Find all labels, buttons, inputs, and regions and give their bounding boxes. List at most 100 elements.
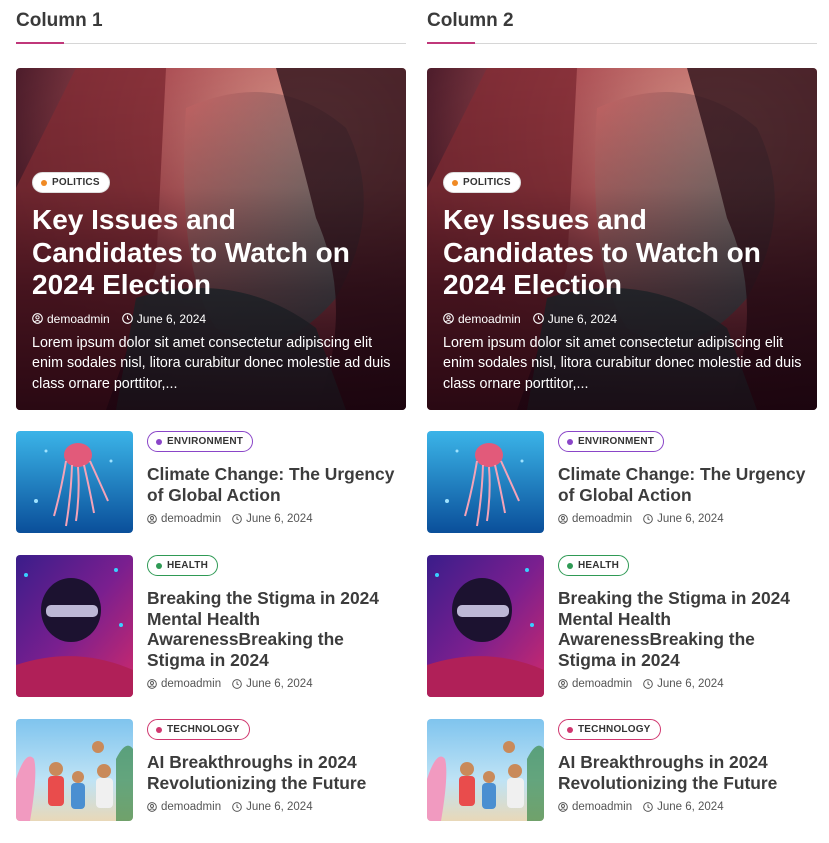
- date-text: June 6, 2024: [136, 311, 207, 326]
- post-author[interactable]: demoadmin: [32, 312, 110, 326]
- user-circle-icon: [558, 802, 568, 812]
- post-date: June 6, 2024: [232, 513, 313, 525]
- featured-post-excerpt: Lorem ipsum dolor sit amet consectetur a…: [32, 334, 391, 392]
- clock-icon: [532, 313, 544, 324]
- post-meta: demoadmin June 6, 2024: [558, 801, 817, 813]
- post-title[interactable]: Breaking the Stigma in 2024 Mental Healt…: [147, 588, 406, 670]
- category-tag-environment[interactable]: ENVIRONMENT: [558, 431, 665, 452]
- user-circle-icon: [32, 313, 43, 324]
- date-text: June 6, 2024: [246, 513, 313, 525]
- tag-dot: [41, 179, 47, 186]
- tag-label: TECHNOLOGY: [578, 724, 651, 735]
- clock-icon: [232, 802, 242, 812]
- featured-post-content: POLITICS Key Issues and Candidates to Wa…: [443, 172, 803, 394]
- heading-accent-line: [427, 42, 475, 44]
- tag-dot: [567, 438, 573, 445]
- post-meta: demoadmin June 6, 2024: [558, 678, 817, 690]
- post-title[interactable]: Breaking the Stigma in 2024 Mental Healt…: [558, 588, 817, 670]
- clock-icon: [643, 802, 653, 812]
- post-body: TECHNOLOGY AI Breakthroughs in 2024 Revo…: [147, 719, 406, 813]
- neon-portrait-image: [427, 555, 544, 697]
- tag-label: POLITICS: [52, 177, 100, 188]
- category-tag-politics[interactable]: POLITICS: [32, 172, 110, 193]
- tag-label: HEALTH: [578, 560, 620, 571]
- post-author[interactable]: demoadmin: [147, 678, 221, 690]
- clock-icon: [643, 679, 653, 689]
- clock-icon: [232, 514, 242, 524]
- tag-dot: [452, 179, 458, 186]
- post-thumbnail[interactable]: [427, 431, 544, 533]
- tag-dot: [156, 562, 162, 569]
- user-circle-icon: [147, 514, 157, 524]
- column-title: Column 2: [427, 10, 514, 31]
- category-tag-health[interactable]: HEALTH: [147, 555, 219, 576]
- date-text: June 6, 2024: [657, 513, 724, 525]
- post-meta: demoadmin June 6, 2024: [558, 513, 817, 525]
- featured-post-content: POLITICS Key Issues and Candidates to Wa…: [32, 172, 392, 394]
- author-name: demoadmin: [572, 678, 633, 690]
- post-author[interactable]: demoadmin: [147, 513, 221, 525]
- tag-dot: [567, 726, 573, 733]
- heading-accent-line: [16, 42, 64, 44]
- author-name: demoadmin: [458, 311, 521, 326]
- post-meta: demoadmin June 6, 2024: [443, 312, 803, 326]
- category-tag-technology[interactable]: TECHNOLOGY: [558, 719, 661, 740]
- post-author[interactable]: demoadmin: [443, 312, 521, 326]
- date-text: June 6, 2024: [246, 678, 313, 690]
- post-date: June 6, 2024: [643, 513, 724, 525]
- post-meta: demoadmin June 6, 2024: [147, 513, 406, 525]
- post-author[interactable]: demoadmin: [147, 801, 221, 813]
- post-body: ENVIRONMENT Climate Change: The Urgency …: [558, 431, 817, 525]
- post-date: June 6, 2024: [121, 311, 207, 326]
- post-title[interactable]: AI Breakthroughs in 2024 Revolutionizing…: [558, 752, 817, 793]
- jellyfish-image: [427, 431, 544, 533]
- post-author[interactable]: demoadmin: [558, 678, 632, 690]
- family-beach-image: [427, 719, 544, 821]
- post-body: HEALTH Breaking the Stigma in 2024 Menta…: [147, 555, 406, 690]
- featured-post-title[interactable]: Key Issues and Candidates to Watch on 20…: [32, 204, 392, 302]
- jellyfish-image: [16, 431, 133, 533]
- tag-label: ENVIRONMENT: [167, 436, 244, 447]
- post-thumbnail[interactable]: [16, 719, 133, 821]
- post-thumbnail[interactable]: [16, 431, 133, 533]
- date-text: June 6, 2024: [246, 801, 313, 813]
- post-body: HEALTH Breaking the Stigma in 2024 Menta…: [558, 555, 817, 690]
- tag-dot: [156, 726, 162, 733]
- post-title[interactable]: Climate Change: The Urgency of Global Ac…: [147, 464, 406, 505]
- post-meta: demoadmin June 6, 2024: [147, 801, 406, 813]
- column-heading: Column 2: [427, 0, 817, 44]
- post-thumbnail[interactable]: [16, 555, 133, 697]
- author-name: demoadmin: [161, 678, 222, 690]
- post-meta: demoadmin June 6, 2024: [147, 678, 406, 690]
- author-name: demoadmin: [47, 311, 110, 326]
- clock-icon: [232, 679, 242, 689]
- featured-post[interactable]: POLITICS Key Issues and Candidates to Wa…: [427, 68, 817, 410]
- post-date: June 6, 2024: [232, 801, 313, 813]
- category-tag-health[interactable]: HEALTH: [558, 555, 630, 576]
- post-author[interactable]: demoadmin: [558, 513, 632, 525]
- user-circle-icon: [443, 313, 454, 324]
- tag-label: TECHNOLOGY: [167, 724, 240, 735]
- tag-label: HEALTH: [167, 560, 209, 571]
- post-meta: demoadmin June 6, 2024: [32, 312, 392, 326]
- featured-post[interactable]: POLITICS Key Issues and Candidates to Wa…: [16, 68, 406, 410]
- user-circle-icon: [558, 514, 568, 524]
- date-text: June 6, 2024: [547, 311, 618, 326]
- category-tag-politics[interactable]: POLITICS: [443, 172, 521, 193]
- author-name: demoadmin: [161, 801, 222, 813]
- user-circle-icon: [558, 679, 568, 689]
- tag-dot: [156, 438, 162, 445]
- post-title[interactable]: AI Breakthroughs in 2024 Revolutionizing…: [147, 752, 406, 793]
- user-circle-icon: [147, 802, 157, 812]
- category-tag-environment[interactable]: ENVIRONMENT: [147, 431, 254, 452]
- column-heading: Column 1: [16, 0, 406, 44]
- tag-label: POLITICS: [463, 177, 511, 188]
- post-author[interactable]: demoadmin: [558, 801, 632, 813]
- post-date: June 6, 2024: [232, 678, 313, 690]
- family-beach-image: [16, 719, 133, 821]
- post-thumbnail[interactable]: [427, 555, 544, 697]
- post-title[interactable]: Climate Change: The Urgency of Global Ac…: [558, 464, 817, 505]
- category-tag-technology[interactable]: TECHNOLOGY: [147, 719, 250, 740]
- post-thumbnail[interactable]: [427, 719, 544, 821]
- featured-post-title[interactable]: Key Issues and Candidates to Watch on 20…: [443, 204, 803, 302]
